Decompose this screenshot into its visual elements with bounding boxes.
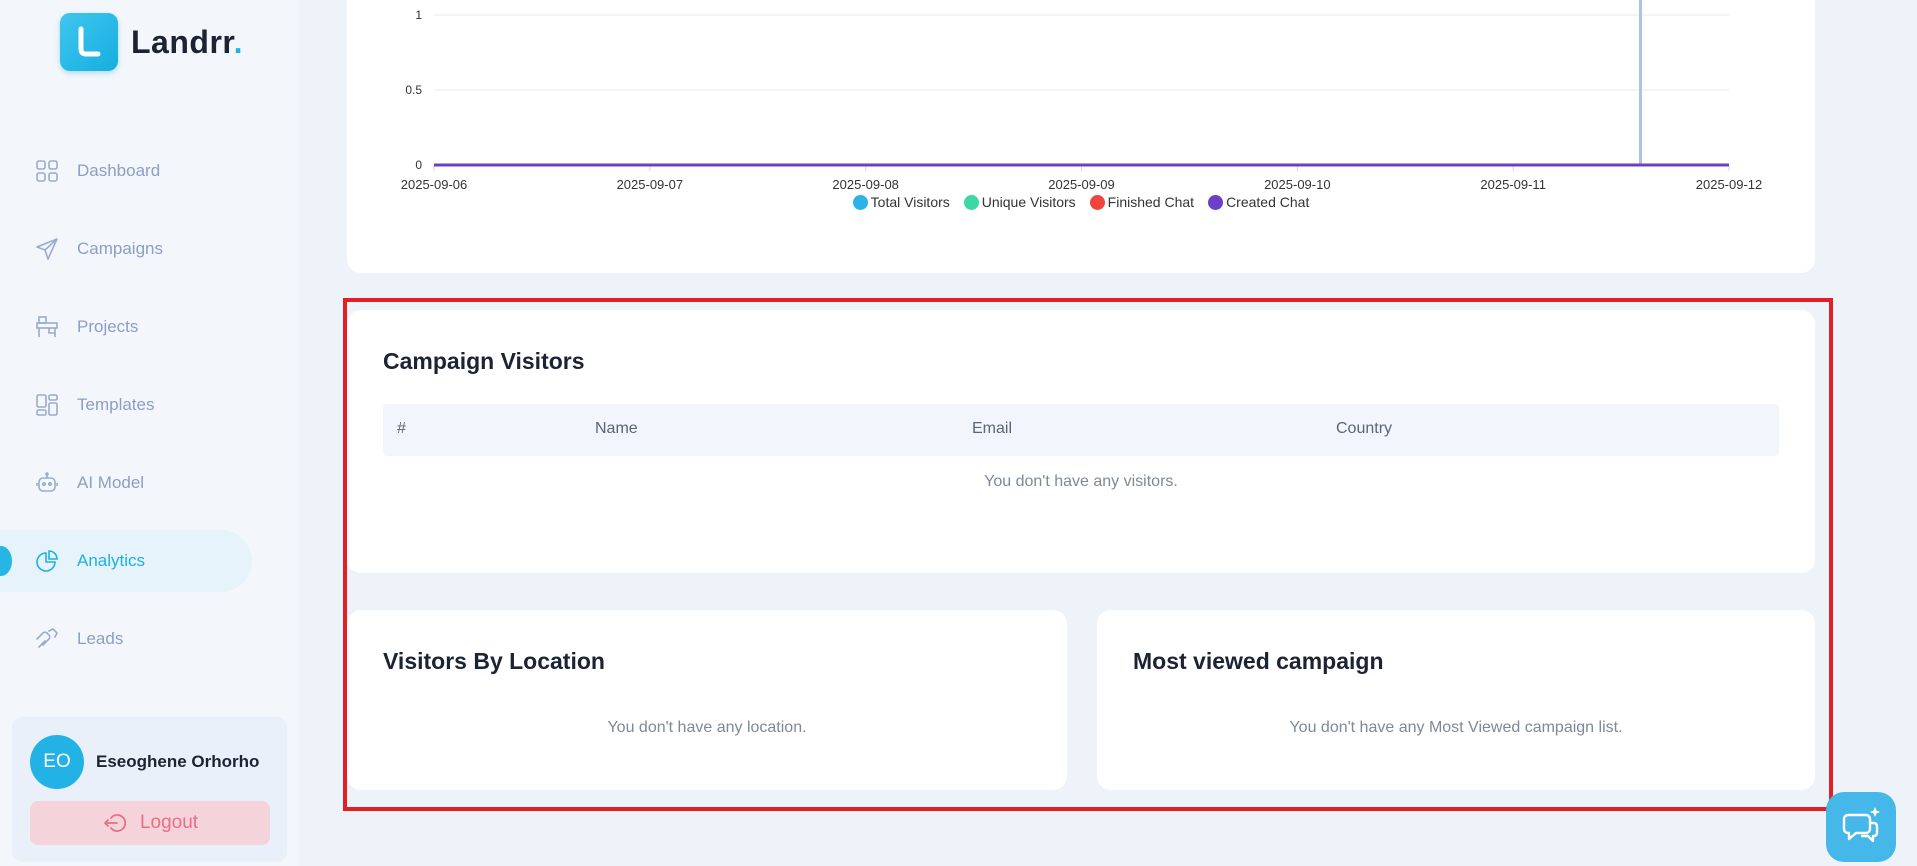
legend-item-total-visitors[interactable]: Total Visitors (852, 194, 950, 210)
campaign-visitors-title: Campaign Visitors (383, 348, 585, 374)
send-icon (34, 236, 60, 262)
legend-item-unique-visitors[interactable]: Unique Visitors (963, 194, 1076, 210)
x-tick-label: 2025-09-08 (832, 177, 899, 190)
sidebar: Landrr. Dashboard Campaigns Projects Tem… (0, 0, 299, 866)
sidebar-item-label: Analytics (77, 551, 146, 570)
leads-icon (34, 626, 60, 652)
legend-dot (1208, 194, 1224, 210)
sidebar-item-label: Leads (77, 629, 124, 648)
sidebar-item-label: Projects (77, 317, 139, 336)
y-tick-label: 0 (415, 158, 422, 172)
sidebar-item-label: AI Model (77, 473, 145, 492)
user-card: EO Eseoghene Orhorho Logout (12, 717, 287, 862)
visitors-line-chart: 0 0.5 1 2025-09-06 2025-09-07 2025-09-08 2025-… (401, 0, 1763, 190)
x-tick-label: 2025-09-06 (401, 177, 468, 190)
column-header-name: Name (595, 420, 638, 437)
sidebar-item-analytics[interactable]: Analytics (0, 530, 252, 592)
visitors-table-header: # Name Email Country (383, 404, 1779, 456)
chat-icon (1840, 805, 1882, 850)
most-viewed-campaign-card: Most viewed campaign You don't have any … (1097, 610, 1815, 790)
y-tick-label: 0.5 (405, 83, 422, 97)
dashboard-icon (34, 158, 60, 184)
visitors-by-location-card: Visitors By Location You don't have any … (347, 610, 1067, 790)
user-name: Eseoghene Orhorho (96, 752, 260, 771)
legend-dot (963, 194, 979, 210)
x-tick-label: 2025-09-11 (1480, 177, 1546, 190)
sidebar-item-campaigns[interactable]: Campaigns (0, 218, 252, 280)
sidebar-item-ai-model[interactable]: AI Model (0, 452, 252, 514)
templates-icon (34, 392, 60, 418)
sidebar-item-label: Dashboard (77, 161, 161, 180)
x-tick-label: 2025-09-12 (1696, 177, 1763, 190)
x-tick-label: 2025-09-09 (1048, 177, 1115, 190)
logout-button[interactable]: Logout (30, 801, 270, 845)
logout-label: Logout (139, 812, 199, 833)
legend-dot (1089, 194, 1105, 210)
robot-icon (34, 470, 60, 496)
visitors-chart-card: 0 0.5 1 2025-09-06 2025-09-07 2025-09-08 2025-… (347, 0, 1815, 273)
sidebar-item-templates[interactable]: Templates (0, 374, 252, 436)
logo-icon (60, 13, 118, 71)
pie-chart-icon (34, 548, 60, 574)
column-header-country: Country (1336, 420, 1393, 437)
legend-label: Total Visitors (870, 194, 950, 210)
logout-icon (102, 812, 126, 834)
legend-item-finished-chat[interactable]: Finished Chat (1089, 194, 1195, 210)
visitors-empty-message: You don't have any visitors. (984, 473, 1178, 490)
sidebar-item-leads[interactable]: Leads (0, 608, 252, 670)
y-tick-label: 1 (415, 8, 422, 22)
most-viewed-campaign-title: Most viewed campaign (1133, 648, 1384, 674)
chart-legend: Total Visitors Unique Visitors Finished … (347, 194, 1815, 210)
sidebar-item-label: Campaigns (77, 239, 163, 258)
legend-item-created-chat[interactable]: Created Chat (1208, 194, 1309, 210)
x-tick-label: 2025-09-10 (1264, 177, 1331, 190)
avatar[interactable]: EO (30, 735, 84, 789)
brand-name: Landrr. (131, 23, 243, 60)
visitors-by-location-title: Visitors By Location (383, 648, 605, 674)
sidebar-nav: Dashboard Campaigns Projects Templates A… (0, 140, 299, 686)
legend-label: Unique Visitors (981, 194, 1076, 210)
x-tick-label: 2025-09-07 (617, 177, 684, 190)
legend-dot (852, 194, 868, 210)
sidebar-item-label: Templates (77, 395, 155, 414)
column-header-email: Email (972, 420, 1013, 437)
legend-label: Finished Chat (1107, 194, 1195, 210)
brand-logo[interactable]: Landrr. (60, 13, 243, 71)
legend-label: Created Chat (1226, 194, 1310, 210)
sidebar-item-dashboard[interactable]: Dashboard (0, 140, 252, 202)
column-header-index: # (397, 420, 406, 437)
projects-icon (34, 314, 60, 340)
most-viewed-empty-message: You don't have any Most Viewed campaign … (1289, 719, 1623, 736)
location-empty-message: You don't have any location. (607, 719, 807, 736)
sidebar-item-projects[interactable]: Projects (0, 296, 252, 358)
chat-widget-button[interactable] (1826, 792, 1896, 862)
campaign-visitors-card: Campaign Visitors # Name Email Country Y… (347, 310, 1815, 573)
